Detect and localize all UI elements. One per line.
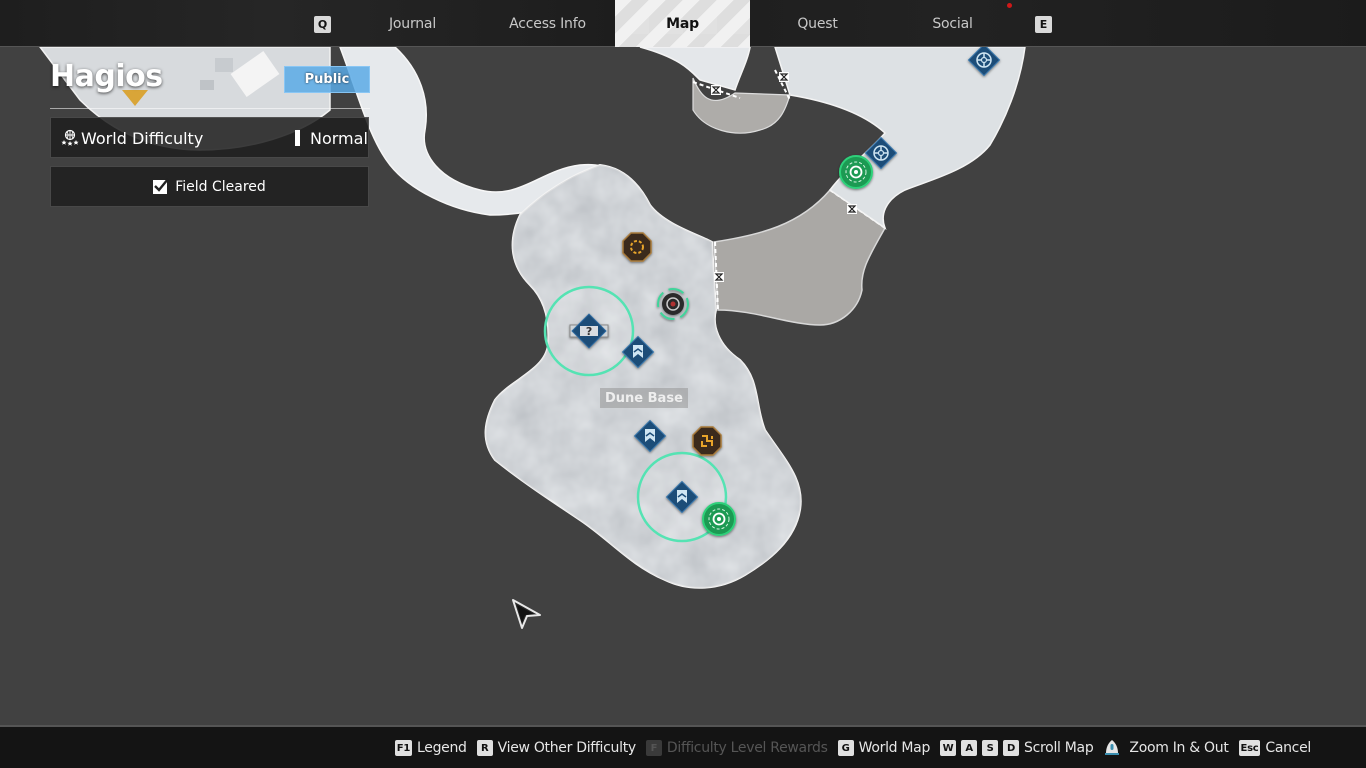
hint-zoom[interactable]: Zoom In & Out [1103, 739, 1229, 757]
mouse-cursor-icon [512, 599, 541, 629]
difficulty-level-bar [295, 130, 300, 146]
hint-scroll-map[interactable]: W A S D Scroll Map [940, 740, 1094, 756]
globe-stars-icon [61, 129, 79, 146]
world-difficulty-value: Normal [310, 129, 368, 148]
keycap-a: A [961, 740, 978, 756]
outpost-marker[interactable] [657, 288, 689, 320]
hint-label: Cancel [1265, 740, 1311, 756]
keycap-s: S [982, 740, 999, 756]
keycap: R [476, 740, 493, 756]
tab-map[interactable]: Map [615, 0, 750, 47]
bottom-hint-bar: F1 Legend R View Other Difficulty F Diff… [0, 725, 1366, 768]
gate-icon[interactable] [847, 204, 857, 214]
mouse-wheel-icon [1105, 740, 1120, 755]
cleared-outpost-marker[interactable] [839, 155, 873, 189]
hint-label: Legend [417, 740, 467, 756]
gate-icon[interactable] [714, 272, 724, 282]
world-difficulty-row[interactable]: World Difficulty Normal [50, 117, 369, 158]
keycap-d: D [1003, 740, 1020, 756]
tab-quest[interactable]: Quest [750, 0, 885, 47]
hint-label: View Other Difficulty [497, 740, 637, 756]
keycap-w: W [940, 740, 957, 756]
tab-access-info[interactable]: Access Info [480, 0, 615, 47]
top-nav-bar: Q Journal Access Info Map Quest Social E [0, 0, 1366, 47]
keycap: Esc [1238, 740, 1261, 756]
hint-legend[interactable]: F1 Legend [394, 740, 467, 756]
keycap: F1 [394, 740, 412, 756]
hint-cancel[interactable]: Esc Cancel [1238, 740, 1311, 756]
region-title: Hagios [50, 59, 163, 94]
prev-tab-keycap[interactable]: Q [314, 16, 331, 33]
visibility-badge: Public [284, 66, 370, 93]
map-canvas[interactable]: ? [0, 0, 1366, 768]
hint-label: World Map [858, 740, 931, 756]
field-cleared-row: Field Cleared [50, 166, 369, 207]
question-icon: ? [586, 325, 592, 338]
gate-icon[interactable] [779, 72, 789, 82]
location-label-dune-base[interactable]: Dune Base [600, 388, 688, 408]
field-cleared-label: Field Cleared [175, 178, 266, 195]
hint-label: Scroll Map [1024, 740, 1094, 756]
gate-icon[interactable] [711, 85, 721, 95]
hint-label: Zoom In & Out [1129, 740, 1229, 756]
keycap: F [645, 740, 662, 756]
cleared-outpost-marker[interactable] [702, 502, 736, 536]
keycap: G [837, 740, 854, 756]
title-divider [50, 108, 370, 109]
tab-social[interactable]: Social [885, 0, 1020, 47]
next-tab-keycap[interactable]: E [1035, 16, 1052, 33]
checkmark-icon [154, 177, 170, 192]
tab-journal[interactable]: Journal [345, 0, 480, 47]
hint-view-other-difficulty[interactable]: R View Other Difficulty [476, 740, 637, 756]
notification-dot [1007, 3, 1012, 8]
hint-label: Difficulty Level Rewards [666, 740, 828, 756]
world-difficulty-label: World Difficulty [81, 129, 204, 148]
hint-world-map[interactable]: G World Map [837, 740, 931, 756]
special-operation-marker[interactable] [622, 232, 652, 262]
hint-difficulty-level-rewards: F Difficulty Level Rewards [645, 740, 828, 756]
special-operation-marker[interactable] [692, 426, 722, 456]
field-cleared-checkbox [153, 177, 170, 194]
